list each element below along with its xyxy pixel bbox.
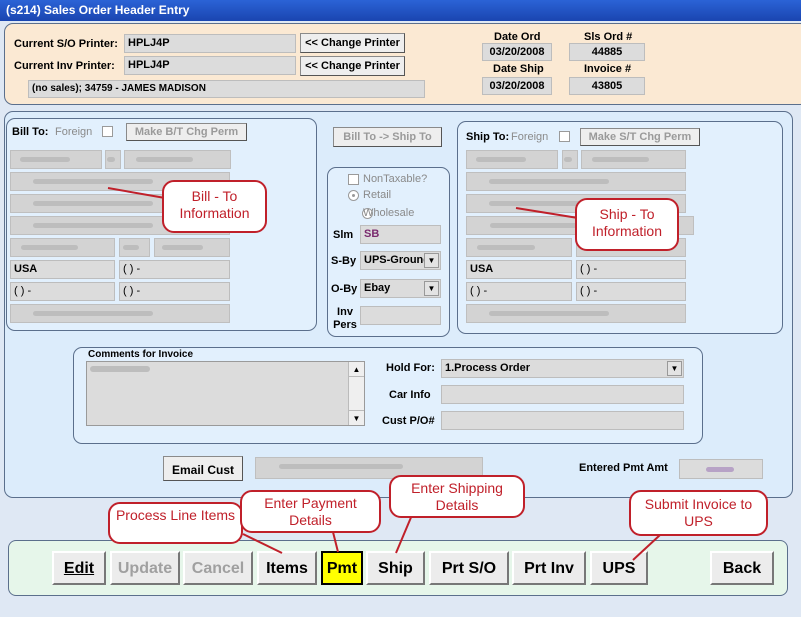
back-button[interactable]: Back [710, 551, 774, 585]
prt-inv-button[interactable]: Prt Inv [512, 551, 586, 585]
change-inv-printer-button[interactable]: << Change Printer [300, 56, 405, 76]
ship-to-phone1[interactable]: ( ) - [576, 260, 686, 279]
date-ord-label: Date Ord [494, 31, 541, 43]
hold-for-value: 1.Process Order [445, 362, 530, 374]
ship-button[interactable]: Ship [366, 551, 425, 585]
ups-callout: Submit Invoice to UPS [629, 490, 768, 536]
make-st-perm-button[interactable]: Make S/T Chg Perm [580, 128, 700, 146]
change-so-printer-button[interactable]: << Change Printer [300, 33, 405, 53]
update-button[interactable]: Update [110, 551, 180, 585]
ship-callout: Enter Shipping Details [389, 475, 525, 518]
email-cust-button[interactable]: Email Cust [163, 456, 243, 481]
oby-label: O-By [331, 283, 358, 295]
car-info-label: Car Info [389, 389, 431, 401]
retail-radio[interactable] [348, 190, 359, 201]
date-ship-field[interactable]: 03/20/2008 [482, 77, 552, 95]
wholesale-label: Wholesale [363, 207, 415, 219]
bill-to-foreign-checkbox[interactable] [102, 126, 113, 137]
bill-to-state[interactable] [119, 238, 150, 257]
ship-to-foreign-label: Foreign [511, 131, 549, 143]
ups-button[interactable]: UPS [590, 551, 648, 585]
entered-pmt-field [679, 459, 763, 479]
ship-to-phone2[interactable]: ( ) - [466, 282, 572, 301]
ship-to-email[interactable] [466, 304, 686, 323]
ship-to-company[interactable] [466, 172, 686, 191]
slm-label: Slm [333, 229, 354, 241]
comments-scrollbar[interactable]: ▲ ▼ [348, 362, 364, 425]
sby-select[interactable]: UPS-Ground ▼ [360, 251, 441, 270]
ship-to-first-name[interactable] [466, 150, 558, 169]
customer-line: (no sales); 34759 - JAMES MADISON [28, 80, 425, 98]
cust-po-label: Cust P/O# [382, 415, 435, 427]
sby-chevron-down-icon[interactable]: ▼ [424, 253, 439, 268]
sls-ord-field: 44885 [569, 43, 645, 61]
slm-field[interactable]: SB [360, 225, 441, 244]
inv-printer-field[interactable]: HPLJ4P [124, 56, 296, 75]
ship-to-country[interactable]: USA [466, 260, 572, 279]
window-title: (s214) Sales Order Header Entry [6, 3, 190, 17]
oby-value: Ebay [364, 282, 391, 294]
edit-button[interactable]: Edit [52, 551, 106, 585]
bill-to-initial[interactable] [105, 150, 121, 169]
ship-to-last-name[interactable] [581, 150, 686, 169]
sls-ord-label: Sls Ord # [584, 31, 633, 43]
hold-for-label: Hold For: [386, 362, 435, 374]
scroll-down-icon[interactable]: ▼ [349, 410, 364, 425]
invoice-label: Invoice # [584, 63, 632, 75]
ship-to-callout: Ship - To Information [575, 198, 679, 251]
inv-pers-field[interactable] [360, 306, 441, 325]
bill-to-ship-to-copy-button[interactable]: Bill To -> Ship To [333, 127, 442, 147]
items-button[interactable]: Items [257, 551, 317, 585]
invoice-field: 43805 [569, 77, 645, 95]
pmt-button[interactable]: Pmt [321, 551, 363, 585]
oby-chevron-down-icon[interactable]: ▼ [424, 281, 439, 296]
items-callout: Process Line Items [108, 502, 243, 544]
bill-to-city[interactable] [10, 238, 115, 257]
cust-po-field[interactable] [441, 411, 684, 430]
entered-pmt-label: Entered Pmt Amt [579, 462, 668, 474]
date-ord-field[interactable]: 03/20/2008 [482, 43, 552, 61]
ship-to-label: Ship To: [466, 131, 510, 143]
bill-to-label: Bill To: [12, 126, 49, 138]
inv-printer-label: Current Inv Printer: [14, 60, 115, 72]
nontaxable-checkbox[interactable] [348, 174, 359, 185]
prt-so-button[interactable]: Prt S/O [429, 551, 509, 585]
comments-label: Comments for Invoice [88, 349, 194, 360]
bill-to-country[interactable]: USA [10, 260, 115, 279]
oby-select[interactable]: Ebay ▼ [360, 279, 441, 298]
nontaxable-label: NonTaxable? [363, 173, 428, 185]
scroll-up-icon[interactable]: ▲ [349, 362, 364, 377]
bill-to-zip[interactable] [154, 238, 230, 257]
bill-to-phone1[interactable]: ( ) - [119, 260, 230, 279]
pmt-callout: Enter Payment Details [240, 490, 381, 533]
cancel-button[interactable]: Cancel [183, 551, 253, 585]
ship-to-initial[interactable] [562, 150, 578, 169]
bill-to-foreign-label: Foreign [55, 126, 93, 138]
bill-to-phone3[interactable]: ( ) - [119, 282, 230, 301]
window-title-bar: (s214) Sales Order Header Entry [0, 0, 801, 21]
comments-textarea[interactable]: ▲ ▼ [86, 361, 365, 426]
inv-pers-label: Inv Pers [333, 306, 357, 331]
ship-to-foreign-checkbox[interactable] [559, 131, 570, 142]
hold-for-select[interactable]: 1.Process Order ▼ [441, 359, 684, 378]
retail-label: Retail [363, 189, 392, 201]
car-info-field[interactable] [441, 385, 684, 404]
hold-for-chevron-down-icon[interactable]: ▼ [667, 361, 682, 376]
ship-to-city[interactable] [466, 238, 572, 257]
make-bt-perm-button[interactable]: Make B/T Chg Perm [126, 123, 247, 141]
so-printer-label: Current S/O Printer: [14, 38, 118, 50]
so-printer-field[interactable]: HPLJ4P [124, 34, 296, 53]
bill-to-last-name[interactable] [124, 150, 231, 169]
bill-to-email[interactable] [10, 304, 230, 323]
sby-value: UPS-Ground [364, 254, 430, 266]
bill-to-callout: Bill - To Information [162, 180, 267, 233]
ship-to-phone3[interactable]: ( ) - [576, 282, 686, 301]
sby-label: S-By [331, 255, 357, 267]
bill-to-phone2[interactable]: ( ) - [10, 282, 115, 301]
bill-to-first-name[interactable] [10, 150, 102, 169]
date-ship-label: Date Ship [493, 63, 544, 75]
